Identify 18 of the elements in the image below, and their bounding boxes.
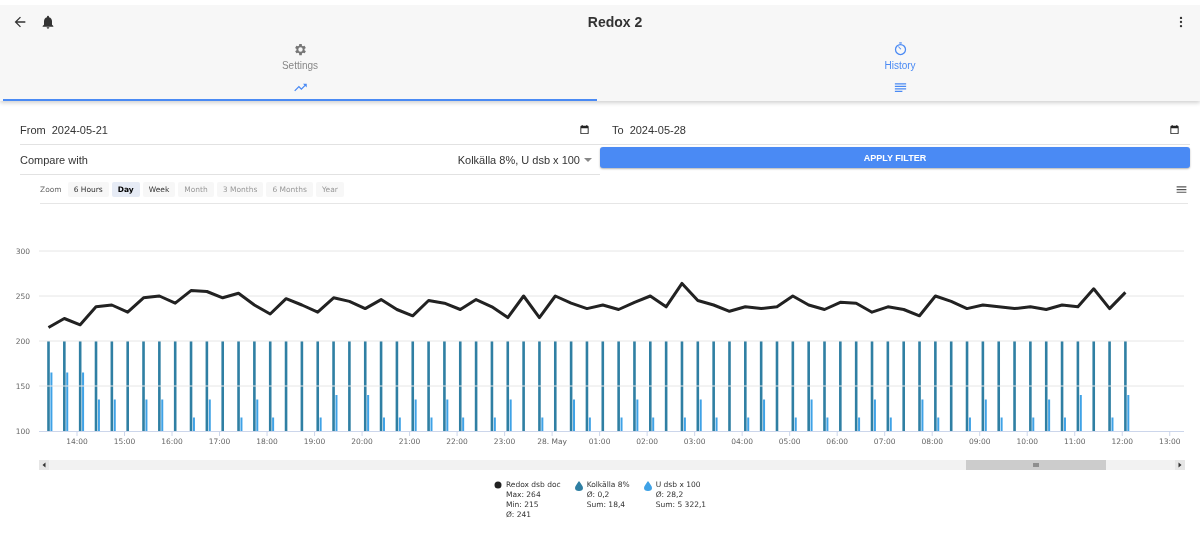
caret-icon — [584, 157, 592, 162]
field-value: 2024-05-21 — [51, 123, 109, 136]
tab[interactable]: Settings — [0, 38, 600, 73]
field-label: From — [20, 123, 46, 136]
field-value: 2024-05-28 — [629, 123, 687, 136]
date-field[interactable]: To 2024-05-28 — [600, 115, 1190, 145]
list-icon — [892, 80, 908, 95]
calendar-icon — [579, 124, 590, 135]
page-title: Redox 2 — [586, 13, 644, 30]
scrollbar[interactable] — [39, 460, 1185, 470]
calendar-icon — [1169, 124, 1180, 135]
timer-icon — [892, 42, 908, 57]
date-field[interactable]: From 2024-05-21 — [20, 115, 600, 145]
field-label: Compare with — [20, 153, 88, 166]
bell-icon — [40, 13, 56, 30]
field-label: To — [612, 123, 624, 136]
compare-select[interactable]: Kolkälla 8%, U dsb x 100 — [451, 152, 600, 167]
gear-icon — [292, 42, 308, 57]
